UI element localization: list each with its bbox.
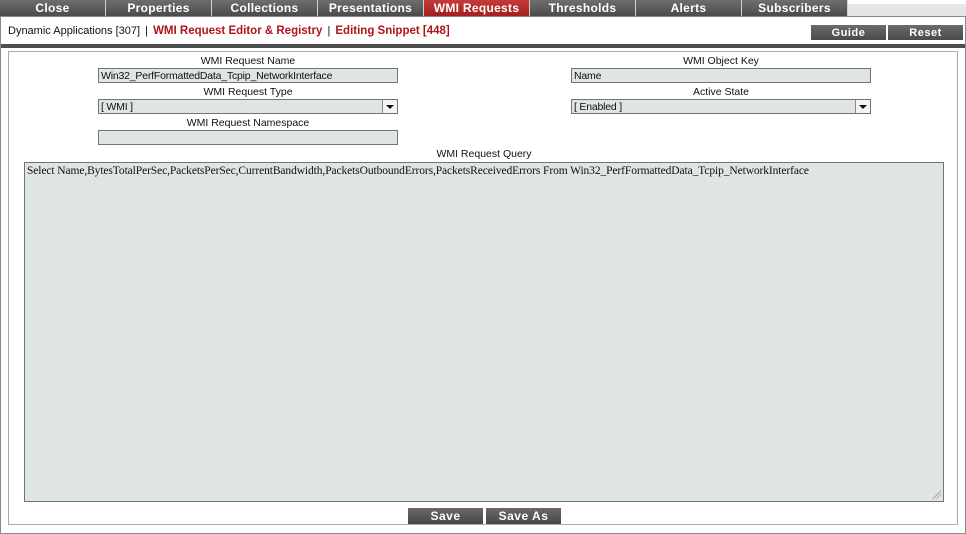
breadcrumb-separator: |: [327, 25, 331, 37]
query-label: WMI Request Query: [436, 148, 532, 160]
form-panel: WMI Request Name Win32_PerfFormattedData…: [8, 51, 958, 525]
top-tab-bar: Close Properties Collections Presentatio…: [0, 0, 966, 16]
tab-close[interactable]: Close: [0, 0, 106, 16]
active-state-label: Active State: [692, 86, 750, 98]
editing-snippet-label: Editing Snippet [448]: [335, 25, 450, 37]
resize-grip-icon[interactable]: [932, 490, 941, 499]
namespace-field[interactable]: [98, 130, 398, 145]
tab-thresholds[interactable]: Thresholds: [530, 0, 636, 16]
header-divider: [1, 44, 965, 48]
request-type-select[interactable]: [ WMI ]: [98, 99, 398, 114]
breadcrumb: Dynamic Applications [307] | WMI Request…: [8, 25, 450, 37]
request-type-value: [ WMI ]: [101, 101, 133, 113]
object-key-field[interactable]: Name: [571, 68, 871, 83]
tab-bar-filler: [848, 4, 966, 16]
query-textarea[interactable]: Select Name,BytesTotalPerSec,PacketsPerS…: [24, 162, 944, 502]
tab-alerts[interactable]: Alerts: [636, 0, 742, 16]
tab-collections[interactable]: Collections: [212, 0, 318, 16]
breadcrumb-separator: |: [145, 25, 148, 37]
reset-button[interactable]: Reset: [888, 25, 963, 40]
chevron-down-icon[interactable]: [855, 100, 870, 113]
active-state-select[interactable]: [ Enabled ]: [571, 99, 871, 114]
tab-wmi-requests[interactable]: WMI Requests: [424, 0, 530, 16]
page-title: WMI Request Editor & Registry: [153, 25, 323, 37]
tab-presentations[interactable]: Presentations: [318, 0, 424, 16]
tab-subscribers[interactable]: Subscribers: [742, 0, 848, 16]
query-text: Select Name,BytesTotalPerSec,PacketsPerS…: [27, 165, 809, 177]
active-state-value: [ Enabled ]: [574, 101, 623, 113]
save-as-button[interactable]: Save As: [486, 508, 561, 524]
object-key-label: WMI Object Key: [683, 55, 759, 67]
chevron-down-icon[interactable]: [382, 100, 397, 113]
request-name-field[interactable]: Win32_PerfFormattedData_Tcpip_NetworkInt…: [98, 68, 398, 83]
request-type-label: WMI Request Type: [203, 86, 293, 98]
request-name-label: WMI Request Name: [200, 55, 296, 67]
namespace-label: WMI Request Namespace: [186, 117, 310, 129]
editor-frame: Dynamic Applications [307] | WMI Request…: [0, 16, 966, 534]
save-button[interactable]: Save: [408, 508, 483, 524]
tab-properties[interactable]: Properties: [106, 0, 212, 16]
guide-button[interactable]: Guide: [811, 25, 886, 40]
breadcrumb-root[interactable]: Dynamic Applications [307]: [8, 25, 140, 37]
